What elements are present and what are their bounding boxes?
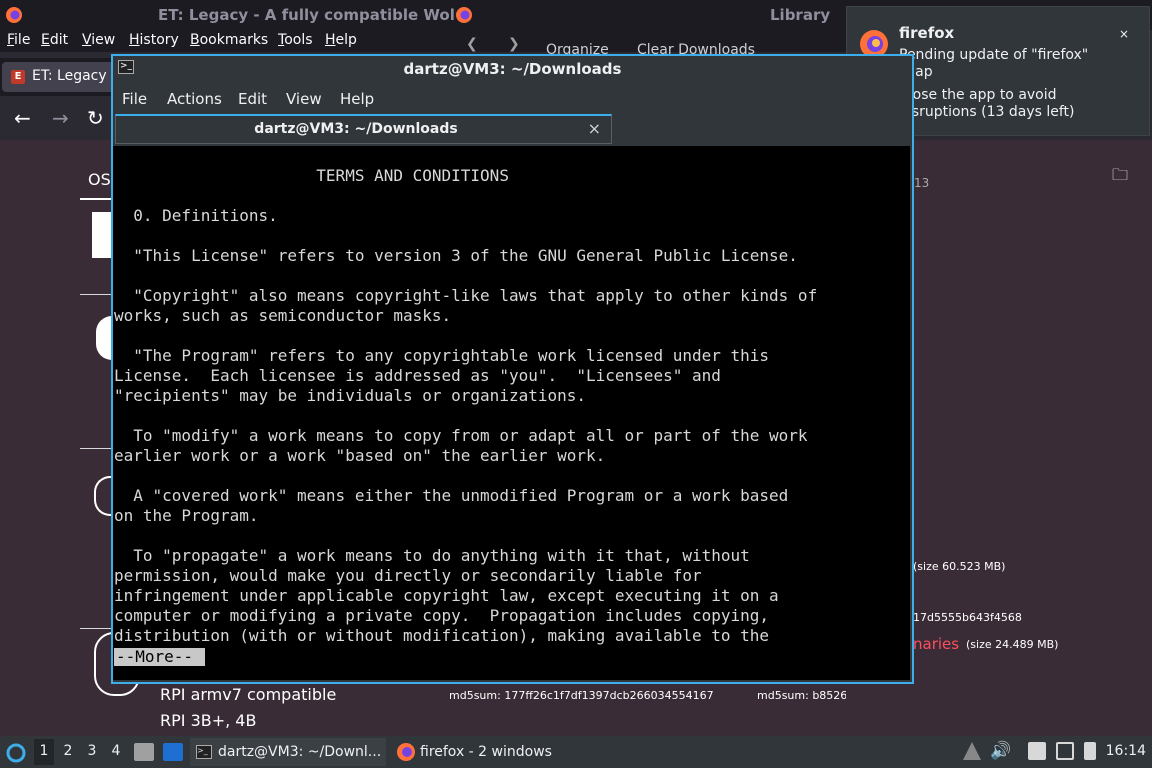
menu-help[interactable]: Help <box>340 90 374 108</box>
terminal-output: TERMS AND CONDITIONS 0. Definitions. "Th… <box>114 166 818 645</box>
terminal-tab[interactable]: dartz@VM3: ~/Downloads × <box>115 114 612 144</box>
workspace-4[interactable]: 4 <box>106 743 126 759</box>
volume-icon[interactable]: 🔊 <box>990 741 1011 761</box>
show-desktop-icon[interactable] <box>163 743 183 761</box>
battery-icon[interactable] <box>1084 742 1096 760</box>
menu-edit[interactable]: Edit <box>41 32 68 48</box>
firefox-icon <box>456 7 472 23</box>
file-manager-icon[interactable] <box>134 743 154 761</box>
close-icon[interactable]: × <box>1115 25 1133 43</box>
size-label-1: (size 60.523 MB) <box>913 560 1006 573</box>
pager-prompt: --More-- <box>114 647 205 666</box>
number-fragment: 13 <box>914 176 930 190</box>
window-title: ET: Legacy - A fully compatible Wol <box>158 6 455 24</box>
etlegacy-favicon-icon: E <box>11 70 25 84</box>
menu-tools[interactable]: Tools <box>278 32 313 48</box>
menu-edit[interactable]: Edit <box>238 90 267 108</box>
terminal-titlebar[interactable]: >_ dartz@VM3: ~/Downloads <box>113 56 912 82</box>
tab-label: ET: Legacy - <box>32 68 114 84</box>
menu-help[interactable]: Help <box>325 32 357 48</box>
workspace-1[interactable]: 1 <box>34 739 54 765</box>
tab-etlegacy[interactable]: E ET: Legacy - <box>2 62 114 92</box>
updates-icon[interactable] <box>963 742 981 760</box>
task-firefox[interactable]: firefox - 2 windows <box>392 738 562 766</box>
workspace-3[interactable]: 3 <box>82 743 102 759</box>
menu-file[interactable]: File <box>7 32 30 48</box>
terminal-window[interactable]: >_ dartz@VM3: ~/Downloads File Actions E… <box>111 54 914 684</box>
binaries-link[interactable]: naries <box>913 635 959 653</box>
task-firefox-label: firefox - 2 windows <box>420 744 552 760</box>
taskbar: 1 2 3 4 >_ dartz@VM3: ~/Downl... firefox… <box>0 736 1152 768</box>
menu-actions[interactable]: Actions <box>167 90 222 108</box>
divider <box>80 198 112 200</box>
menu-view[interactable]: View <box>286 90 322 108</box>
terminal-title: dartz@VM3: ~/Downloads <box>403 60 622 78</box>
reload-icon[interactable]: ↻ <box>87 106 104 130</box>
task-terminal-label: dartz@VM3: ~/Downl... <box>218 744 382 760</box>
notification-line1: Pending update of "firefox" snap <box>899 47 1089 80</box>
network-icon[interactable] <box>1056 742 1074 760</box>
apple-logo-icon <box>96 316 112 360</box>
close-tab-icon[interactable]: × <box>588 119 601 138</box>
back-icon[interactable]: ← <box>14 106 31 130</box>
divider <box>80 294 112 295</box>
rpi-compat-label: RPI armv7 compatible <box>160 685 337 704</box>
menu-bookmarks[interactable]: Bookmarks <box>190 32 268 48</box>
divider <box>80 448 112 449</box>
terminal-icon: >_ <box>196 745 212 759</box>
library-toolbar: ❮ ❯ Organize Clear Downloads <box>450 30 846 58</box>
firefox-titlebar[interactable]: ET: Legacy - A fully compatible Wol <box>0 0 846 30</box>
terminal-tabbar <box>613 114 912 144</box>
navigation-bar: ← → ↻ <box>0 98 112 140</box>
forward-arrow-icon[interactable]: ❯ <box>508 36 520 52</box>
forward-icon[interactable]: → <box>52 106 69 130</box>
clipboard-icon[interactable] <box>1028 742 1046 760</box>
workspace-2[interactable]: 2 <box>58 743 78 759</box>
terminal-tab-title: dartz@VM3: ~/Downloads <box>254 121 458 137</box>
size-label-2: (size 24.489 MB) <box>966 638 1059 651</box>
app-launcher-icon[interactable] <box>6 743 26 763</box>
task-terminal[interactable]: >_ dartz@VM3: ~/Downl... <box>190 738 386 766</box>
rpi-models-label: RPI 3B+, 4B <box>160 711 257 730</box>
terminal-menubar: File Actions Edit View Help <box>113 84 912 112</box>
clock[interactable]: 16:14 <box>1106 743 1146 759</box>
windows-logo-icon <box>92 212 112 258</box>
notification-line2: Close the app to avoid disruptions (13 d… <box>899 87 1075 120</box>
md5sum-a: md5sum: 177ff26c1f7df1397dcb266034554167 <box>449 689 714 702</box>
folder-icon[interactable]: 🗀 <box>1112 164 1128 191</box>
menu-history[interactable]: History <box>129 32 179 48</box>
linux-logo-icon <box>94 476 112 516</box>
back-arrow-icon[interactable]: ❮ <box>466 36 478 52</box>
menu-view[interactable]: View <box>82 32 115 48</box>
hash-fragment: 17d5555b643f4568 <box>913 611 1022 624</box>
firefox-icon <box>397 743 415 761</box>
library-title: Library <box>770 6 831 24</box>
terminal-screen[interactable]: TERMS AND CONDITIONS 0. Definitions. "Th… <box>113 146 910 680</box>
firefox-icon <box>6 7 22 23</box>
notification-app-name: firefox <box>899 24 955 42</box>
os-label: OS <box>88 170 111 189</box>
menu-file[interactable]: File <box>122 90 147 108</box>
